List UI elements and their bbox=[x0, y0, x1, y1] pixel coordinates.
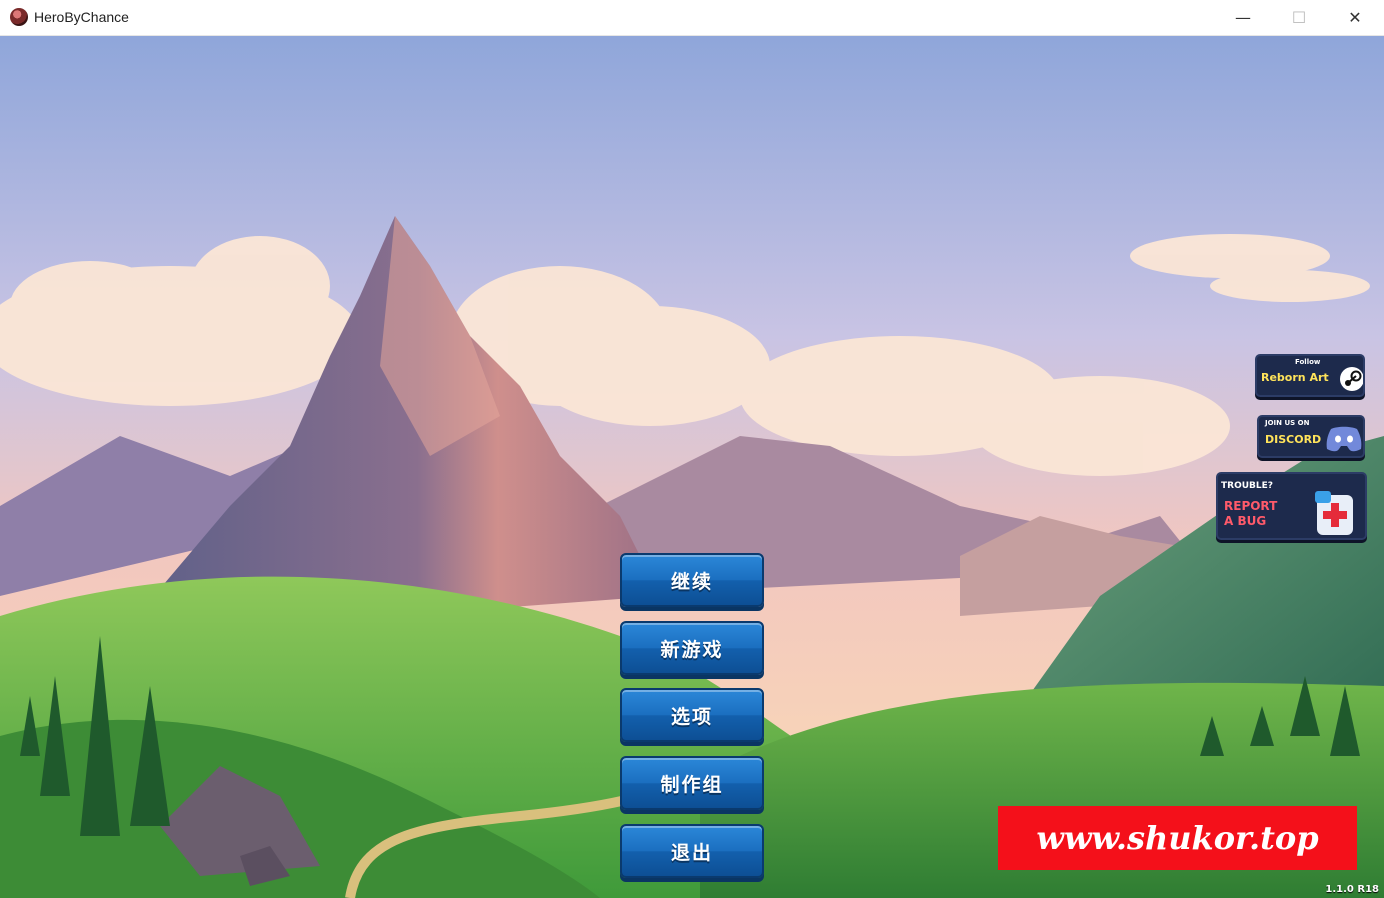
discord-join-caption: JOIN US ON bbox=[1265, 419, 1310, 427]
bug-label-line1: REPORT bbox=[1224, 499, 1278, 513]
report-bug-button[interactable]: TROUBLE? REPORT A BUG bbox=[1216, 472, 1367, 540]
watermark-banner: www.shukor.top bbox=[998, 806, 1357, 870]
close-button[interactable]: ✕ bbox=[1327, 0, 1383, 35]
app-icon bbox=[10, 8, 28, 26]
continue-button[interactable]: 继续 bbox=[620, 553, 764, 607]
game-viewport: 继续 新游戏 选项 制作组 退出 Follow Reborn Art JOIN … bbox=[0, 36, 1384, 898]
bug-caption: TROUBLE? bbox=[1221, 481, 1273, 491]
first-aid-kit-icon bbox=[1315, 491, 1353, 535]
steam-follow-caption: Follow bbox=[1295, 358, 1321, 366]
discord-join-label: DISCORD bbox=[1265, 433, 1322, 446]
maximize-button[interactable]: ☐ bbox=[1271, 0, 1327, 35]
discord-icon bbox=[1326, 426, 1362, 452]
minimize-button[interactable]: — bbox=[1215, 0, 1271, 35]
steam-follow-label: Reborn Art bbox=[1261, 371, 1329, 384]
discord-join-button[interactable]: JOIN US ON DISCORD bbox=[1257, 415, 1365, 458]
new-game-button[interactable]: 新游戏 bbox=[620, 621, 764, 675]
window-titlebar: HeroByChance — ☐ ✕ bbox=[0, 0, 1384, 36]
credits-button[interactable]: 制作组 bbox=[620, 756, 764, 810]
steam-icon bbox=[1340, 367, 1363, 391]
options-button[interactable]: 选项 bbox=[620, 688, 764, 742]
version-label: 1.1.0 R18 bbox=[1325, 884, 1379, 895]
window-title: HeroByChance bbox=[34, 9, 129, 25]
bug-label-line2: A BUG bbox=[1224, 514, 1267, 528]
exit-button[interactable]: 退出 bbox=[620, 824, 764, 878]
steam-follow-button[interactable]: Follow Reborn Art bbox=[1255, 354, 1365, 397]
